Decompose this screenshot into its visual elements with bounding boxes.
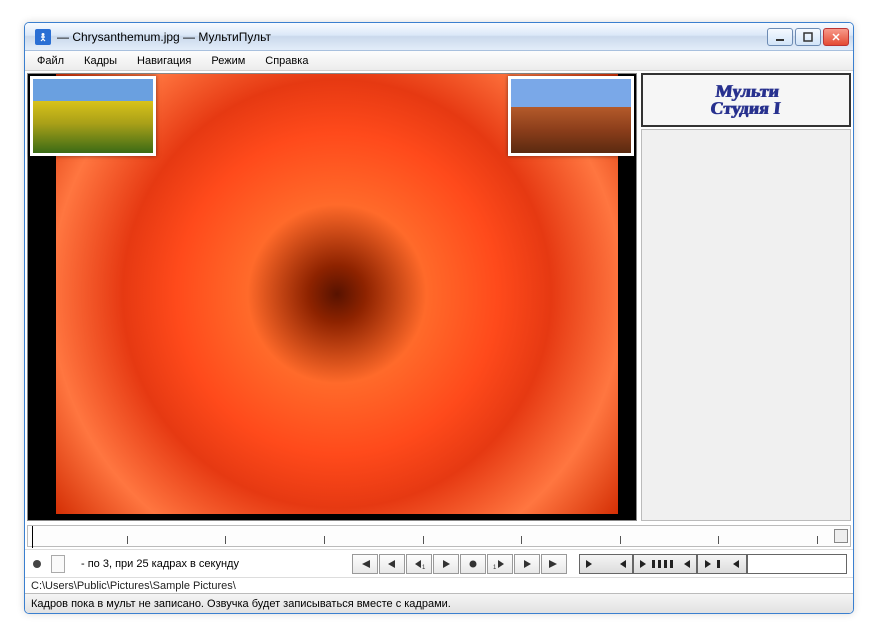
svg-text:1: 1 — [422, 565, 426, 570]
image-viewer[interactable] — [27, 73, 637, 521]
prev-thumbnail[interactable] — [30, 76, 156, 156]
menu-file[interactable]: Файл — [29, 53, 72, 69]
last-frame-button[interactable] — [541, 554, 567, 574]
controls-row: - по 3, при 25 кадрах в секунду 1 1 — [25, 549, 853, 577]
scroll-bars-button[interactable] — [633, 554, 697, 574]
scroll-small-button[interactable] — [697, 554, 747, 574]
window-controls — [767, 28, 849, 46]
menu-help[interactable]: Справка — [257, 53, 316, 69]
menu-frames[interactable]: Кадры — [76, 53, 125, 69]
playback-info: - по 3, при 25 кадрах в секунду — [73, 558, 247, 570]
side-column: Мульти Студия I — [641, 73, 851, 521]
prev-one-button[interactable]: 1 — [406, 554, 432, 574]
side-panel — [641, 129, 851, 521]
playback-buttons: 1 1 — [352, 554, 567, 574]
next-frame-button[interactable] — [514, 554, 540, 574]
record-indicator-icon — [33, 560, 41, 568]
minimize-button[interactable] — [767, 28, 793, 46]
timeline-end-marker[interactable] — [834, 529, 848, 543]
next-thumbnail[interactable] — [508, 76, 634, 156]
prev-frame-button[interactable] — [379, 554, 405, 574]
svg-text:1: 1 — [493, 565, 497, 570]
first-frame-button[interactable] — [352, 554, 378, 574]
main-column — [27, 73, 637, 521]
menu-navigation[interactable]: Навигация — [129, 53, 199, 69]
close-button[interactable] — [823, 28, 849, 46]
maximize-button[interactable] — [795, 28, 821, 46]
menubar: Файл Кадры Навигация Режим Справка — [25, 51, 853, 71]
next-one-button[interactable]: 1 — [487, 554, 513, 574]
status-text: Кадров пока в мульт не записано. Озвучка… — [31, 598, 451, 610]
titlebar[interactable]: — Chrysanthemum.jpg — МультиПульт — [25, 23, 853, 51]
window-title: — Chrysanthemum.jpg — МультиПульт — [57, 30, 767, 44]
menu-mode[interactable]: Режим — [203, 53, 253, 69]
current-path: C:\Users\Public\Pictures\Sample Pictures… — [31, 580, 236, 592]
record-button[interactable] — [460, 554, 486, 574]
scroll-both-button[interactable] — [579, 554, 633, 574]
app-icon — [35, 29, 51, 45]
content-area: Мульти Студия I — [25, 71, 853, 523]
scroll-input[interactable] — [747, 554, 847, 574]
path-row: C:\Users\Public\Pictures\Sample Pictures… — [25, 577, 853, 593]
statusbar: Кадров пока в мульт не записано. Озвучка… — [25, 593, 853, 613]
logo-panel: Мульти Студия I — [641, 73, 851, 127]
logo-line2: Студия I — [709, 98, 781, 118]
scroll-buttons — [579, 554, 847, 574]
play-button[interactable] — [433, 554, 459, 574]
app-logo: Мульти Студия I — [709, 83, 783, 117]
app-window: — Chrysanthemum.jpg — МультиПульт Файл К… — [24, 22, 854, 614]
timeline[interactable] — [27, 525, 851, 547]
timeline-cursor[interactable] — [32, 526, 33, 548]
frame-thumb-icon — [51, 555, 65, 573]
